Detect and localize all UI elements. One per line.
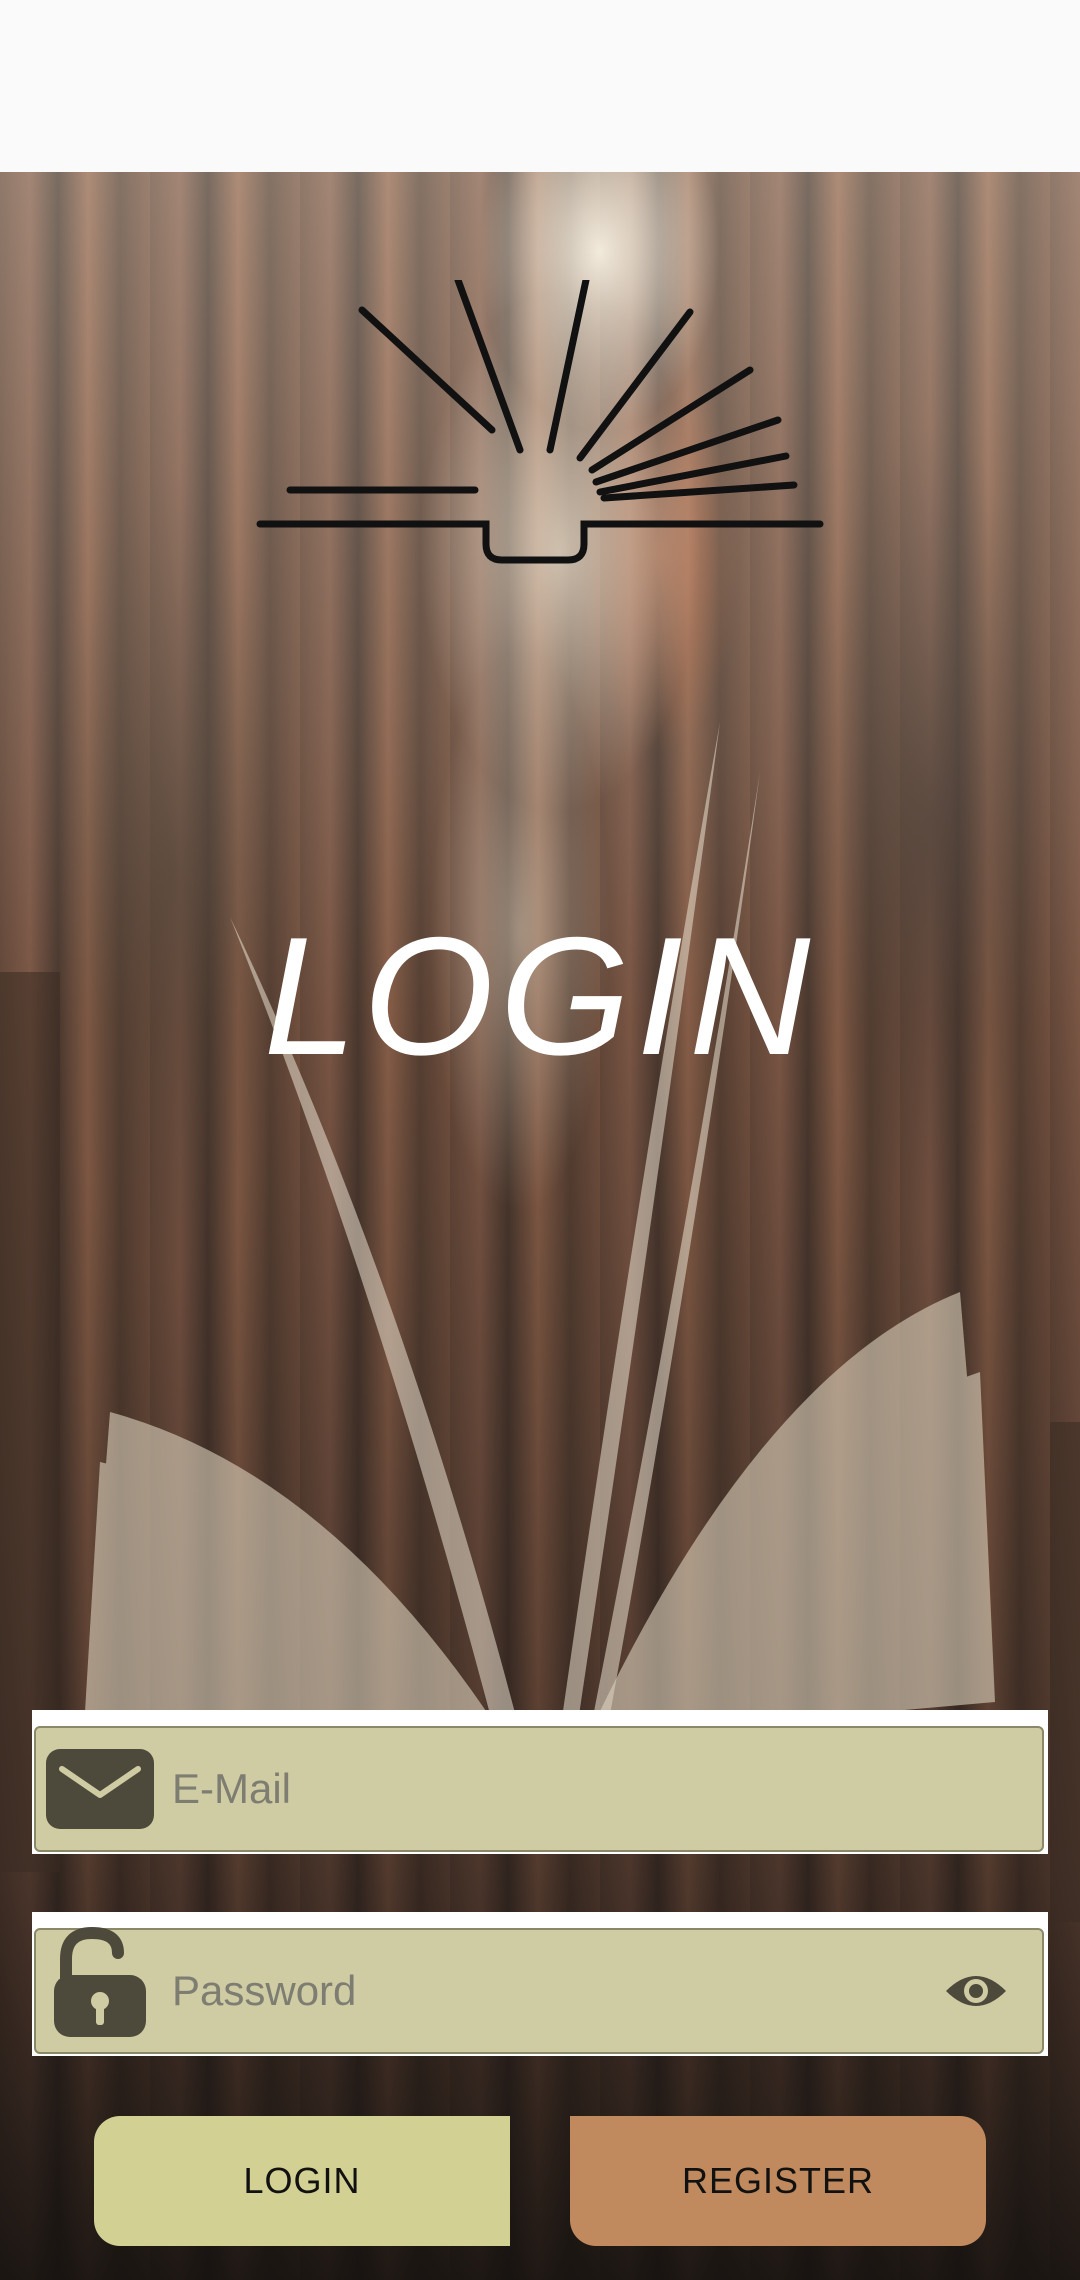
login-title: LOGIN: [263, 902, 817, 1090]
password-field[interactable]: [32, 1912, 1048, 2056]
eye-icon[interactable]: [934, 1949, 1018, 2033]
password-field-box[interactable]: [34, 1926, 1044, 2054]
status-bar: [0, 0, 1080, 172]
email-field-box[interactable]: [34, 1726, 1044, 1852]
unlock-icon: [44, 1926, 156, 2037]
register-button[interactable]: REGISTER: [570, 2116, 986, 2246]
email-field[interactable]: [32, 1710, 1048, 1854]
envelope-icon: [44, 1747, 156, 1831]
email-input[interactable]: [156, 1727, 1042, 1851]
book-logo-icon: [256, 280, 824, 564]
login-button[interactable]: LOGIN: [94, 2116, 510, 2246]
password-input[interactable]: [156, 1929, 934, 2053]
